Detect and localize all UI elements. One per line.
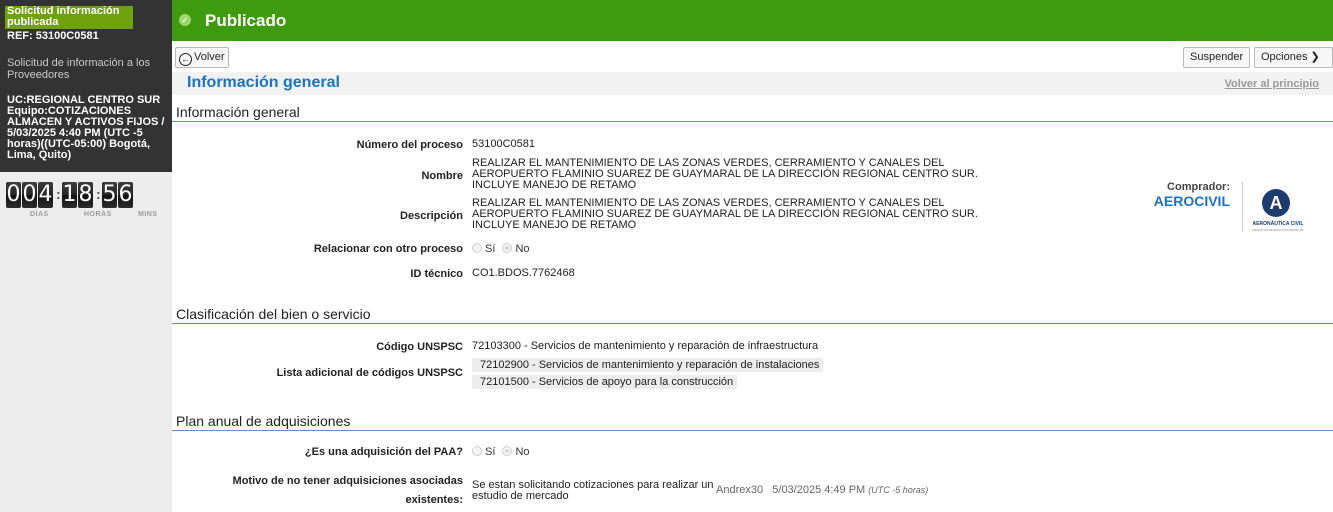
section-title-plan: Plan anual de adquisiciones bbox=[176, 413, 351, 429]
unspsc-label: Código UNSPSC bbox=[376, 341, 463, 353]
check-icon: ✓ bbox=[179, 14, 191, 26]
radio-no[interactable] bbox=[502, 243, 513, 253]
timer-days: 004 bbox=[6, 182, 54, 208]
aerocivil-logo: A AERONÁUTICA CIVIL UNIDAD ADMINISTRATIV… bbox=[1248, 185, 1308, 235]
unspsc-value: 72103300 - Servicios de mantenimiento y … bbox=[472, 340, 819, 352]
relate-process-radio-group: Sí No bbox=[472, 243, 534, 255]
radio-no[interactable] bbox=[502, 446, 513, 456]
paa-label: ¿Es una adquisición del PAA? bbox=[304, 446, 463, 458]
radio-no-label: No bbox=[515, 446, 530, 458]
reason-value: Se estan solicitando cotizaciones para r… bbox=[472, 480, 714, 502]
sidebar: Solicitud información publicada REF: 531… bbox=[0, 0, 172, 512]
logo-divider bbox=[1242, 182, 1243, 232]
timer-days-label: DÍAS bbox=[30, 211, 49, 218]
buyer-label: Comprador: bbox=[1167, 181, 1230, 193]
aerocivil-logo-icon: A bbox=[1262, 189, 1290, 217]
timer-digit: 0 bbox=[22, 182, 37, 208]
page-title: Información general bbox=[187, 74, 340, 91]
unspsc-tag: 72101500 - Servicios de apoyo para la co… bbox=[472, 375, 738, 389]
radio-no-label: No bbox=[515, 243, 530, 255]
process-number-value: 53100C0581 bbox=[472, 138, 536, 150]
back-button-label: Volver bbox=[194, 51, 225, 63]
logo-text: AERONÁUTICA CIVIL bbox=[1252, 221, 1304, 227]
section-divider bbox=[172, 323, 1333, 324]
radio-yes[interactable] bbox=[472, 446, 482, 456]
reason-label-line2: existentes: bbox=[405, 494, 463, 506]
buyer-name: AEROCIVIL bbox=[1153, 193, 1230, 209]
timer-separator: : bbox=[96, 186, 101, 202]
timer-separator: : bbox=[56, 186, 61, 202]
countdown-timer: 004 : 18 : 56 DÍAS HORAS MINS bbox=[4, 182, 170, 222]
tech-id-label: ID técnico bbox=[410, 268, 463, 280]
status-title: Publicado bbox=[205, 11, 287, 30]
name-value: REALIZAR EL MANTENIMIENTO DE LAS ZONAS V… bbox=[472, 158, 978, 191]
tech-id-value: CO1.BDOS.7762468 bbox=[472, 267, 575, 279]
timer-digit: 6 bbox=[118, 182, 133, 208]
radio-yes-label: Sí bbox=[485, 243, 496, 255]
procuring-unit-info: UC:REGIONAL CENTRO SUR Equipo:COTIZACION… bbox=[7, 94, 165, 161]
reason-timezone: (UTC -5 horas) bbox=[868, 485, 929, 495]
timer-digit: 0 bbox=[6, 182, 21, 208]
timer-hours-label: HORAS bbox=[84, 211, 112, 218]
logo-subtext: UNIDAD ADMINISTRATIVA ESPECIAL bbox=[1251, 228, 1305, 232]
additional-codes-label: Lista adicional de códigos UNSPSC bbox=[276, 367, 463, 379]
paa-radio-group: Sí No bbox=[472, 446, 534, 458]
reason-date: 5/03/2025 4:49 PM bbox=[772, 484, 866, 496]
description-label: Descripción bbox=[400, 210, 463, 222]
timer-hours: 18 bbox=[62, 182, 94, 208]
relate-process-label: Relacionar con otro proceso bbox=[313, 243, 463, 255]
timer-digit: 1 bbox=[62, 182, 77, 208]
radio-yes-label: Sí bbox=[485, 446, 496, 458]
unspsc-tag: 72102900 - Servicios de mantenimiento y … bbox=[472, 358, 824, 372]
section-title-classification: Clasificación del bien o servicio bbox=[176, 306, 371, 322]
arrow-left-icon: ← bbox=[179, 53, 192, 66]
reason-user: Andrex30 bbox=[716, 484, 764, 496]
name-line: INCLUYE MANEJO DE RETAMO bbox=[472, 179, 637, 191]
description-line: INCLUYE MANEJO DE RETAMO bbox=[472, 219, 637, 231]
reason-label-line1: Motivo de no tener adquisiciones asociad… bbox=[232, 475, 463, 487]
section-divider bbox=[172, 121, 1333, 122]
process-type: Solicitud de información a los Proveedor… bbox=[7, 57, 151, 81]
reference-number: REF: 53100C0581 bbox=[7, 30, 99, 42]
timer-mins-label: MINS bbox=[138, 211, 158, 218]
timer-digit: 5 bbox=[102, 182, 117, 208]
process-number-label: Número del proceso bbox=[356, 139, 463, 151]
reason-meta: Andrex30 5/03/2025 4:49 PM (UTC -5 horas… bbox=[716, 484, 928, 496]
back-button[interactable]: ← Volver bbox=[175, 47, 229, 68]
section-divider bbox=[172, 430, 1333, 431]
suspend-button[interactable]: Suspender bbox=[1183, 47, 1250, 68]
timer-mins: 56 bbox=[102, 182, 134, 208]
status-badge: Solicitud información publicada bbox=[5, 6, 133, 29]
reason-line: estudio de mercado bbox=[472, 490, 569, 502]
timer-digit: 8 bbox=[78, 182, 93, 208]
section-title-general: Información general bbox=[176, 104, 300, 120]
section-header-band: Información general Volver al principio bbox=[172, 72, 1333, 95]
name-label: Nombre bbox=[421, 170, 463, 182]
description-value: REALIZAR EL MANTENIMIENTO DE LAS ZONAS V… bbox=[472, 198, 978, 231]
buyer-block: Comprador: AEROCIVIL bbox=[1130, 181, 1230, 209]
status-header: ✓ Publicado bbox=[172, 0, 1333, 41]
options-dropdown[interactable]: Opciones ❯ bbox=[1254, 47, 1333, 68]
radio-yes[interactable] bbox=[472, 243, 482, 253]
timer-digit: 4 bbox=[38, 182, 53, 208]
back-to-top-link[interactable]: Volver al principio bbox=[1224, 78, 1319, 90]
sidebar-summary: Solicitud información publicada REF: 531… bbox=[0, 0, 172, 172]
